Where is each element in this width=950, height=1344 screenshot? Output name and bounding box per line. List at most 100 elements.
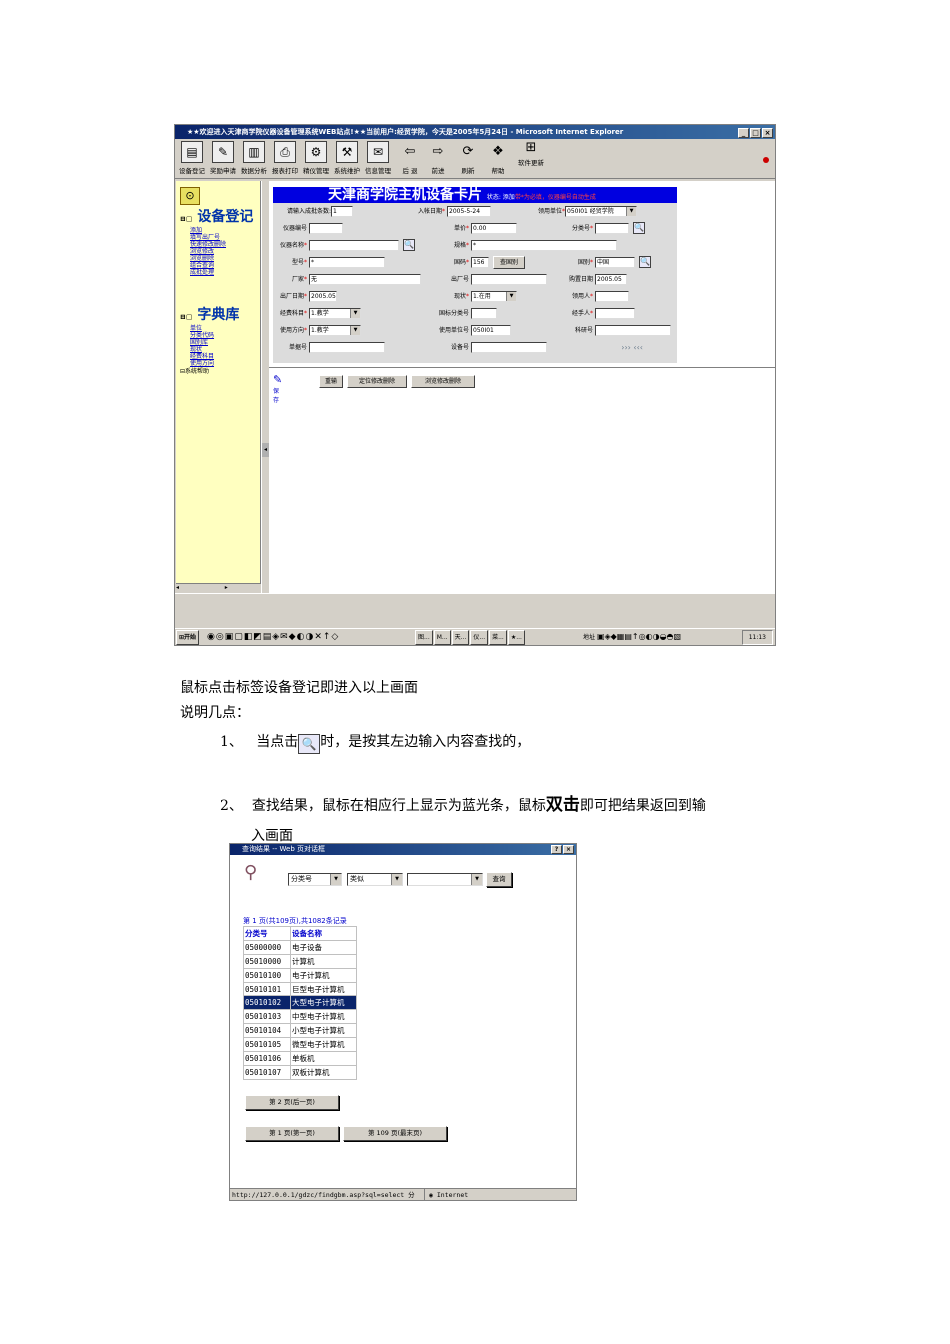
research-input[interactable] <box>595 325 671 336</box>
toolbar-register-button[interactable]: ▤ 设备登记 <box>177 141 207 175</box>
sidebar-item-browse-delete[interactable]: 浏览删除 <box>180 255 253 262</box>
entry-date-input[interactable]: 2005-5-24 <box>447 206 491 217</box>
model-input[interactable]: * <box>309 257 385 268</box>
batch-count-input[interactable]: 1 <box>331 206 353 217</box>
query-input[interactable] <box>407 873 483 886</box>
task-button[interactable]: 天... <box>451 630 470 645</box>
sidebar-item-browse-edit[interactable]: 浏览修改 <box>180 248 253 255</box>
table-row[interactable]: 05010100 电子计算机 <box>243 967 357 983</box>
browse-edit-button[interactable]: 浏览修改删除 <box>411 375 475 388</box>
toolbar-label: 系统维护 <box>334 167 360 175</box>
toolbar-refresh-button[interactable]: ⟳ 刷新 <box>453 141 483 175</box>
state-select[interactable]: 1.在用 <box>471 291 517 302</box>
task-button[interactable]: 仪... <box>470 630 489 645</box>
table-row[interactable]: 05010107 双板计算机 <box>243 1064 357 1080</box>
sidebar-hscrollbar[interactable]: ◂ ▸ <box>176 583 261 593</box>
price-input[interactable]: 0.00 <box>471 223 517 234</box>
sidebar-item-country[interactable]: 国别库 <box>180 339 239 346</box>
task-button[interactable]: ★... <box>507 630 525 645</box>
equip-no-input[interactable] <box>471 342 547 353</box>
intl-cat-input[interactable] <box>471 308 497 319</box>
toolbar-reward-button[interactable]: ✎ 奖励申请 <box>208 141 238 175</box>
price-label: 单价 <box>453 225 466 232</box>
sidebar-item-combined-query[interactable]: 组合查询 <box>180 262 253 269</box>
match-select[interactable]: 类似 <box>347 873 403 886</box>
table-row[interactable]: 05010000 计算机 <box>243 953 357 969</box>
reset-button[interactable]: 重输 <box>319 375 343 388</box>
sidebar-item-unit[interactable]: 单位 <box>180 325 239 332</box>
last-page-button[interactable]: 第 109 页(最末页) <box>343 1126 447 1141</box>
record-nav[interactable]: ››› ‹‹‹ <box>593 339 643 356</box>
sidebar-item-state[interactable]: 现状 <box>180 346 239 353</box>
usage-select[interactable]: 1.教学 <box>309 325 361 336</box>
device-no-input[interactable] <box>309 223 343 234</box>
use-unit-input[interactable]: 050I01 <box>471 325 511 336</box>
category-input[interactable] <box>595 223 629 234</box>
receiver-input[interactable] <box>595 291 629 302</box>
maximize-button[interactable]: □ <box>750 128 761 138</box>
country-lookup-button[interactable]: 查国别 <box>493 256 525 269</box>
sidebar-item-fund[interactable]: 经费科目 <box>180 353 239 360</box>
table-row[interactable]: 05000000 电子设备 <box>243 939 357 955</box>
handler-input[interactable] <box>595 308 635 319</box>
toolbar-maintenance-button[interactable]: ⚒ 系统维护 <box>332 141 362 175</box>
purchase-date-input[interactable]: 2005.05 <box>595 274 627 285</box>
quick-launch-icons[interactable]: ◉◎▣▢◧◩▤◈✉◆◐◑✕↑◇ <box>207 629 339 645</box>
minimize-button[interactable]: _ <box>738 128 749 138</box>
toolbar-info-button[interactable]: ✉ 信息管理 <box>363 141 393 175</box>
toolbar-help-button[interactable]: ❖ 帮助 <box>483 141 513 175</box>
toolbar-print-button[interactable]: ⎙ 报表打印 <box>270 141 300 175</box>
toolbar-precision-button[interactable]: ⚙ 精仪管理 <box>301 141 331 175</box>
start-button[interactable]: ⊞开始 <box>176 630 200 645</box>
table-row-highlighted[interactable]: 05010102 大型电子计算机 <box>243 995 357 1011</box>
task-button[interactable]: M... <box>433 630 451 645</box>
tray-icons[interactable]: ▣◈◆▦▤↑◎◐◑◒◓▧ <box>597 632 681 641</box>
toolbar-back-button[interactable]: ⇦ 后 退 <box>395 141 425 175</box>
sidebar-item-category[interactable]: 分类代码 <box>180 332 239 339</box>
device-name-input[interactable] <box>309 240 399 251</box>
close-button[interactable]: × <box>563 845 574 854</box>
toolbar-update-button[interactable]: ⊞ 软件更新 <box>514 141 548 168</box>
table-row[interactable]: 05010104 小型电子计算机 <box>243 1023 357 1039</box>
serial-input[interactable] <box>471 274 547 285</box>
maker-input[interactable]: 无 <box>309 274 421 285</box>
query-button[interactable]: 查询 <box>486 872 512 887</box>
category-search-icon[interactable]: 🔍 <box>633 222 645 234</box>
country-search-icon[interactable]: 🔍 <box>639 256 651 268</box>
task-button[interactable]: 菜... <box>489 630 507 645</box>
table-row[interactable]: 05010106 单板机 <box>243 1051 357 1066</box>
task-button[interactable]: 图... <box>415 630 433 645</box>
mfg-date-input[interactable]: 2005.05 <box>309 291 337 302</box>
sidebar-item-add[interactable]: 添加 <box>180 227 253 234</box>
country-code-input[interactable]: 156 <box>471 257 489 268</box>
fund-select[interactable]: 1.教学 <box>309 308 361 319</box>
tree-group-title: ⊟▢ 字典库 <box>180 307 240 323</box>
close-button[interactable]: × <box>762 128 773 138</box>
spec-input[interactable]: * <box>471 240 617 251</box>
sidebar-item-usage[interactable]: 使用方向 <box>180 360 239 367</box>
sidebar-item-batch[interactable]: 成批处理 <box>180 269 253 276</box>
tree-group-dictionary[interactable]: ⊟▢ 字典库 单位 分类代码 国别库 现状 经费科目 使用方向 ⊟系统帮助 <box>180 307 239 376</box>
help-button[interactable]: ? <box>551 845 562 854</box>
frame-splitter[interactable]: ◂ <box>261 181 269 593</box>
device-name-search-icon[interactable]: 🔍 <box>403 239 415 251</box>
next-page-button[interactable]: 第 2 页(后一页) <box>245 1095 339 1110</box>
table-row[interactable]: 05010105 微型电子计算机 <box>243 1037 357 1053</box>
locate-edit-button[interactable]: 定位修改删除 <box>347 375 407 388</box>
table-row[interactable]: 05010101 巨型电子计算机 <box>243 981 357 997</box>
tree-group-register[interactable]: ⊟▢ 设备登记 添加 填写出厂号 快速修改删除 浏览修改 浏览删除 组合查询 成… <box>180 209 253 276</box>
sidebar-item-quick-edit[interactable]: 快速修改删除 <box>180 241 253 248</box>
field-select[interactable]: 分类号 <box>288 873 342 886</box>
windows-taskbar: ⊞开始 ◉◎▣▢◧◩▤◈✉◆◐◑✕↑◇ 图... M... 天... 仪... 菜...… <box>175 628 775 645</box>
table-row[interactable]: 05010103 中型电子计算机 <box>243 1009 357 1025</box>
country-input[interactable]: 中国 <box>595 257 635 268</box>
toolbar-analysis-button[interactable]: ▥ 数据分析 <box>239 141 269 175</box>
voucher-input[interactable] <box>309 342 385 353</box>
toolbar-forward-button[interactable]: ⇨ 前进 <box>423 141 453 175</box>
first-page-button[interactable]: 第 1 页(第一页) <box>245 1126 339 1141</box>
sidebar-item-serial[interactable]: 填写出厂号 <box>180 234 253 241</box>
collapse-arrow-icon[interactable]: ◂ <box>262 443 269 457</box>
dept-select[interactable]: 050I01 经贸学院 <box>565 206 637 217</box>
sidebar-item-help[interactable]: ⊟系统帮助 <box>180 367 239 376</box>
save-button[interactable]: ✎保存 <box>273 373 282 404</box>
